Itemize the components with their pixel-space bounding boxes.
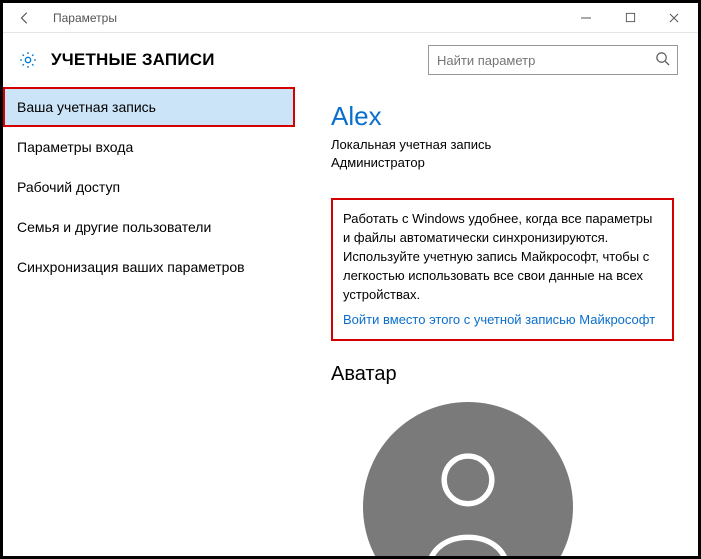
person-icon [413,442,523,556]
promo-text: Работать с Windows удобнее, когда все па… [343,210,662,304]
avatar-heading: Аватар [331,363,674,386]
gear-icon [17,49,39,71]
close-button[interactable] [652,3,696,33]
sign-in-microsoft-link[interactable]: Войти вместо этого с учетной записью Май… [343,311,655,330]
avatar [363,402,573,556]
page-title: УЧЕТНЫЕ ЗАПИСИ [51,50,215,70]
sidebar: Ваша учетная запись Параметры входа Рабо… [3,87,295,556]
ms-account-promo: Работать с Windows удобнее, когда все па… [331,198,674,341]
sidebar-item-sync-settings[interactable]: Синхронизация ваших параметров [3,247,295,287]
back-button[interactable] [15,11,35,25]
minimize-button[interactable] [564,3,608,33]
search-icon [655,51,670,69]
account-name: Alex [331,101,674,132]
search-input[interactable] [428,45,678,75]
account-type: Локальная учетная запись [331,136,674,154]
sidebar-item-your-account[interactable]: Ваша учетная запись [3,87,295,127]
maximize-button[interactable] [608,3,652,33]
sidebar-item-signin-options[interactable]: Параметры входа [3,127,295,167]
window-title: Параметры [53,11,117,25]
account-role: Администратор [331,154,674,172]
sidebar-item-family-users[interactable]: Семья и другие пользователи [3,207,295,247]
sidebar-item-work-access[interactable]: Рабочий доступ [3,167,295,207]
